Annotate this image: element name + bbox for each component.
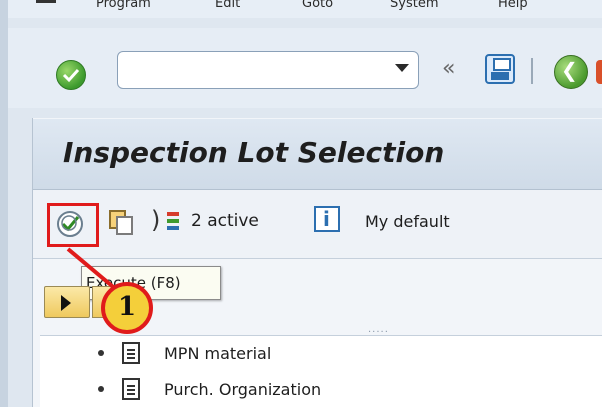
variant-label[interactable]: My default bbox=[365, 212, 450, 231]
document-icon bbox=[122, 342, 140, 364]
save-icon[interactable] bbox=[485, 54, 515, 84]
info-icon[interactable]: i bbox=[314, 206, 340, 232]
dynamic-selections-count[interactable]: 2 active bbox=[191, 211, 259, 231]
bullet-icon bbox=[98, 350, 104, 356]
menu-goto[interactable]: Goto bbox=[302, 0, 333, 11]
step-callout: 1 bbox=[101, 282, 153, 334]
execute-button[interactable] bbox=[47, 203, 99, 247]
menu-program[interactable]: Program bbox=[96, 0, 151, 11]
menu-icon[interactable] bbox=[36, 0, 56, 3]
back-icon[interactable]: ❮ bbox=[554, 55, 588, 89]
bullet-icon bbox=[98, 386, 104, 392]
menu-bar: Program Edit Goto System Help bbox=[8, 0, 602, 18]
dynamic-selections-icon[interactable]: ) bbox=[151, 206, 160, 234]
get-variant-icon[interactable] bbox=[109, 210, 133, 235]
menu-help[interactable]: Help bbox=[498, 0, 528, 11]
filter-bars-icon bbox=[167, 212, 179, 230]
step-number: 1 bbox=[117, 292, 137, 322]
document-icon bbox=[122, 378, 140, 400]
menu-system[interactable]: System bbox=[390, 0, 438, 11]
enter-check-icon[interactable] bbox=[56, 60, 86, 90]
page-title: Inspection Lot Selection bbox=[63, 136, 445, 169]
play-icon bbox=[61, 295, 71, 311]
menu-edit[interactable]: Edit bbox=[215, 0, 240, 11]
exit-icon[interactable] bbox=[596, 60, 602, 84]
tree-item-label: Purch. Organization bbox=[164, 380, 322, 399]
tree-item-label: MPN material bbox=[164, 344, 272, 363]
command-dropdown-icon[interactable] bbox=[395, 64, 409, 72]
toolbar-separator bbox=[531, 58, 533, 84]
window-edge bbox=[0, 0, 8, 407]
command-field[interactable] bbox=[117, 51, 419, 89]
collapse-command-icon[interactable]: « bbox=[442, 56, 455, 81]
expand-button[interactable] bbox=[44, 286, 90, 318]
